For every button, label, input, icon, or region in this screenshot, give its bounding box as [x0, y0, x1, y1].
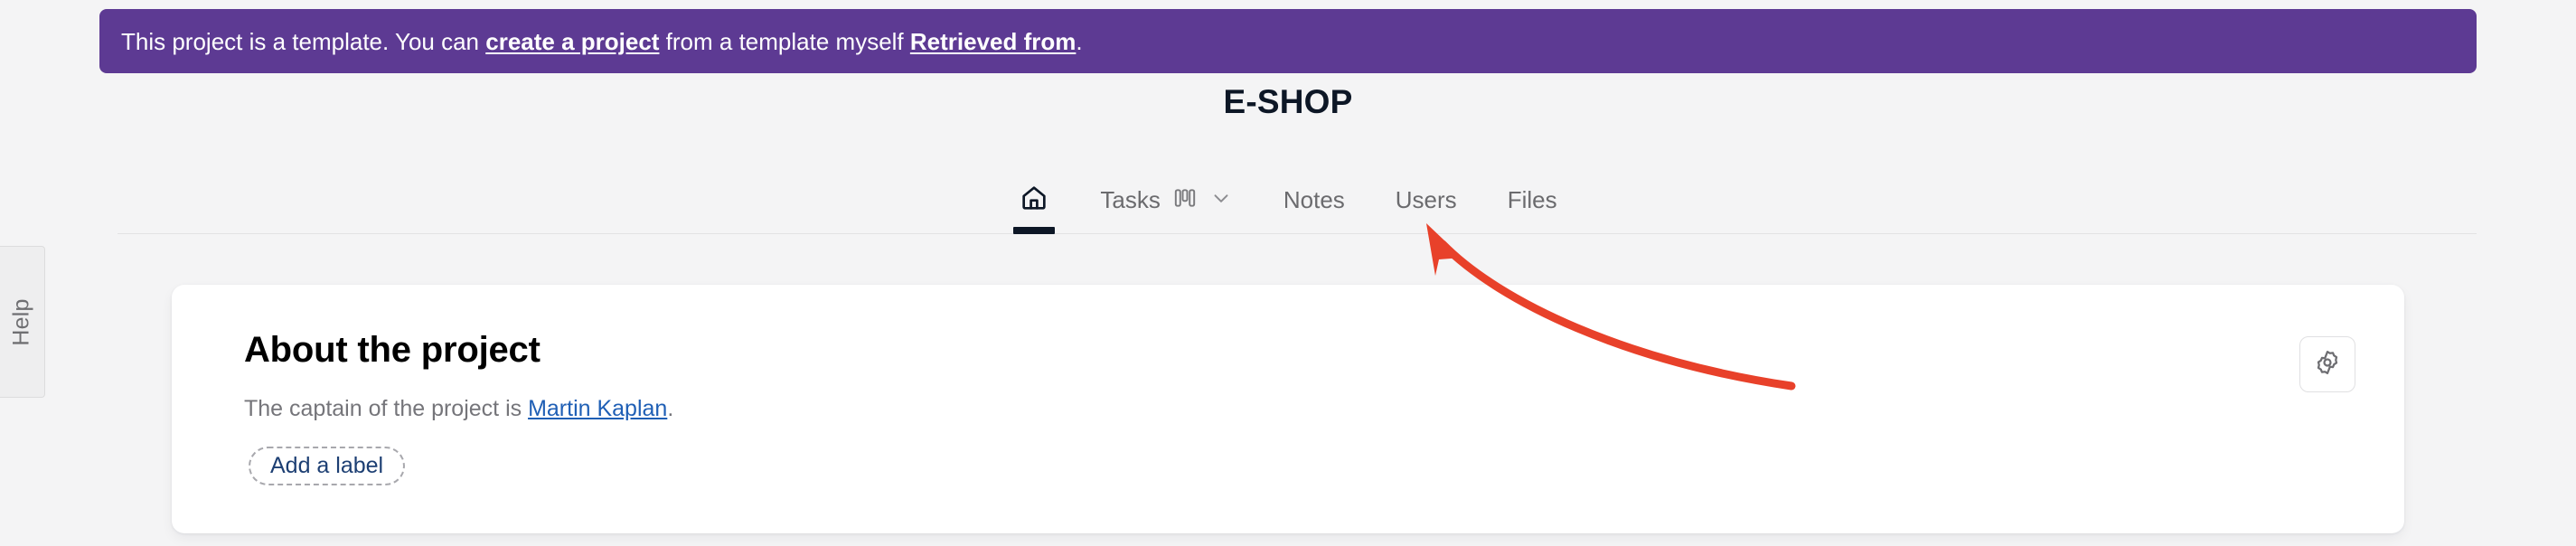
nav-item-files[interactable]: Files: [1482, 163, 1583, 234]
project-captain-text: The captain of the project is Martin Kap…: [244, 396, 673, 422]
banner-text-before: This project is a template. You can: [121, 27, 486, 55]
page-title: E-SHOP: [1223, 83, 1353, 120]
nav-item-users[interactable]: Users: [1370, 163, 1482, 234]
board-icon: [1173, 186, 1197, 214]
nav-item-tasks[interactable]: Tasks: [1075, 163, 1257, 234]
template-banner-text: This project is a template. You can crea…: [121, 30, 1083, 53]
nav-item-notes-label: Notes: [1283, 186, 1345, 213]
nav-item-notes[interactable]: Notes: [1258, 163, 1370, 234]
banner-text-middle: from a template myself: [659, 27, 910, 55]
nav-item-files-label: Files: [1507, 186, 1557, 213]
help-tab-label: Help: [9, 297, 34, 346]
chevron-down-icon[interactable]: [1209, 186, 1233, 214]
home-icon: [1019, 183, 1049, 218]
captain-suffix: .: [667, 396, 674, 421]
nav-item-home[interactable]: [993, 163, 1075, 234]
help-tab[interactable]: Help: [0, 246, 45, 398]
about-project-heading: About the project: [244, 330, 541, 370]
create-a-project-link[interactable]: create a project: [485, 28, 659, 55]
settings-button[interactable]: [2299, 336, 2355, 392]
nav-item-users-label: Users: [1395, 186, 1457, 213]
captain-prefix: The captain of the project is: [244, 396, 529, 421]
about-project-card: About the project The captain of the pro…: [172, 285, 2404, 533]
add-label-button[interactable]: Add a label: [249, 447, 406, 485]
nav-active-indicator: [1013, 227, 1056, 234]
captain-link[interactable]: Martin Kaplan: [528, 396, 667, 421]
template-banner: This project is a template. You can crea…: [99, 9, 2477, 73]
gear-icon: [2313, 348, 2342, 381]
main-nav: Tasks Notes Users Files: [0, 163, 2576, 234]
retrieved-from-link[interactable]: Retrieved from: [910, 28, 1076, 55]
nav-item-tasks-label: Tasks: [1100, 186, 1161, 213]
banner-text-after: .: [1076, 27, 1083, 55]
